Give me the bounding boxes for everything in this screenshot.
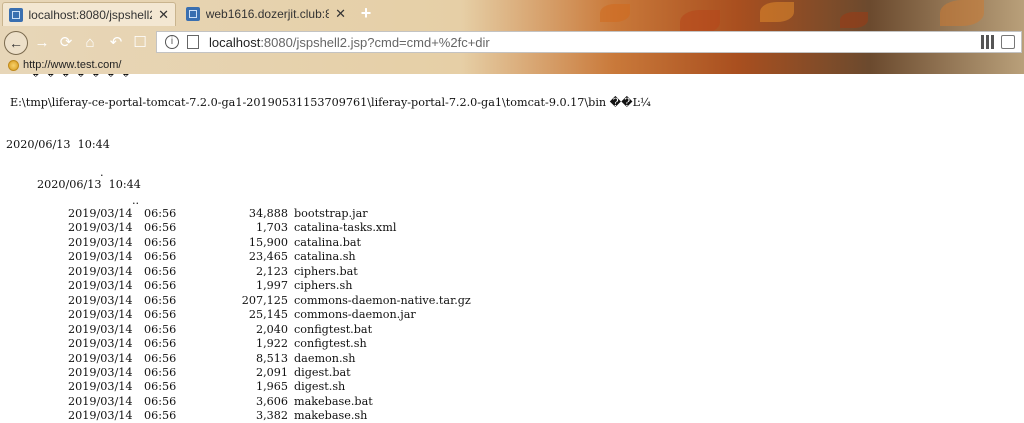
file-size: 25,145 [248, 308, 288, 322]
file-size: 1,703 [255, 221, 288, 235]
file-size: 15,900 [248, 235, 288, 249]
file-date: 2019/03/14 [68, 293, 133, 307]
dir-entry-date: 2020/06/13 10:44 [37, 178, 141, 191]
file-time: 06:56 [144, 394, 177, 408]
page-favicon-icon [9, 7, 23, 22]
dir-entry-date: 2020/06/13 10:44 [6, 138, 110, 151]
file-name: bootstrap.jar [294, 207, 368, 220]
tab-title: localhost:8080/jspshell2.jsp? [28, 7, 153, 22]
address-bar[interactable]: i localhost:8080/jspshell2.jsp?cmd=cmd+%… [156, 31, 1022, 53]
file-name: daemon.sh [294, 351, 356, 365]
file-name: makebase.sh [294, 409, 368, 423]
file-name: commons-daemon-native.tar.gz [294, 293, 471, 307]
file-size: 2,040 [255, 322, 288, 336]
file-name: catalina-tasks.xml [294, 221, 397, 235]
file-size: 34,888 [248, 207, 288, 220]
file-name: makebase.bat [294, 394, 373, 408]
file-name: catalina.bat [294, 235, 362, 249]
file-size: 1,997 [255, 279, 288, 293]
file-date: 2019/03/14 [68, 221, 133, 235]
file-date: 2019/03/14 [68, 409, 133, 423]
reload-button[interactable]: ⟳ [56, 32, 76, 52]
home-button[interactable]: ⌂ [80, 32, 100, 52]
tab-localhost[interactable]: localhost:8080/jspshell2.jsp? ✕ [2, 2, 176, 26]
file-date: 2019/03/14 [68, 394, 133, 408]
tab-title: web1616.dozerjit.club:8086/ [205, 7, 330, 21]
file-size: 1,922 [255, 337, 288, 351]
file-name: catalina.sh [294, 250, 356, 264]
page-content: � � � � � � � E:\tmp\liferay-ce-portal-t… [0, 74, 1024, 423]
file-time: 06:56 [144, 207, 177, 220]
garbled-header-text: � � � � � � � [30, 74, 132, 79]
close-tab-icon[interactable]: ✕ [158, 7, 169, 23]
close-tab-icon[interactable]: ✕ [335, 6, 346, 22]
file-time: 06:56 [144, 293, 177, 307]
file-name: digest.sh [294, 380, 346, 394]
browser-chrome: localhost:8080/jspshell2.jsp? ✕ web1616.… [0, 0, 1024, 74]
file-time: 06:56 [144, 308, 177, 322]
file-size: 207,125 [241, 293, 288, 307]
new-tab-button[interactable]: + [356, 3, 376, 24]
file-size: 2,123 [255, 264, 288, 278]
file-size: 3,606 [255, 394, 288, 408]
page-icon [187, 35, 199, 49]
file-time: 06:56 [144, 409, 177, 423]
undo-close-button[interactable]: ↶ [106, 32, 126, 52]
forward-button[interactable]: → [32, 32, 52, 52]
file-size: 8,513 [255, 351, 288, 365]
file-size: 23,465 [248, 250, 288, 264]
file-size: 3,382 [255, 409, 288, 423]
file-date: 2019/03/14 [68, 365, 133, 379]
bookmarks-bar: http://www.test.com/ [0, 56, 1024, 74]
file-date: 2019/03/14 [68, 322, 133, 336]
file-time: 06:56 [144, 264, 177, 278]
file-size: 1,965 [255, 380, 288, 394]
address-url[interactable]: localhost:8080/jspshell2.jsp?cmd=cmd+%2f… [209, 35, 490, 50]
file-date: 2019/03/14 [68, 250, 133, 264]
site-info-icon[interactable]: i [165, 35, 179, 49]
file-name: commons-daemon.jar [294, 308, 416, 322]
file-name: digest.bat [294, 365, 351, 379]
file-time: 06:56 [144, 351, 177, 365]
file-date: 2019/03/14 [68, 279, 133, 293]
url-host: localhost [209, 34, 261, 50]
tab-web1616[interactable]: web1616.dozerjit.club:8086/ ✕ [180, 2, 352, 26]
file-date: 2019/03/14 [68, 264, 133, 278]
file-date: 2019/03/14 [68, 308, 133, 322]
file-date: 2019/03/14 [68, 351, 133, 365]
tab-strip: localhost:8080/jspshell2.jsp? ✕ web1616.… [0, 0, 1024, 28]
file-name: ciphers.sh [294, 279, 353, 293]
extension-icon[interactable] [1001, 35, 1015, 49]
file-time: 06:56 [144, 380, 177, 394]
file-time: 06:56 [144, 365, 177, 379]
file-time: 06:56 [144, 250, 177, 264]
directory-path-line: E:\tmp\liferay-ce-portal-tomcat-7.2.0-ga… [10, 96, 651, 109]
file-date: 2019/03/14 [68, 235, 133, 249]
globe-icon [8, 59, 19, 71]
reader-mode-button[interactable]: ☐ [130, 32, 150, 52]
file-time: 06:56 [144, 279, 177, 293]
file-date: 2019/03/14 [68, 337, 133, 351]
file-size: 2,091 [255, 365, 288, 379]
file-date: 2019/03/14 [68, 380, 133, 394]
bookmark-label: http://www.test.com/ [23, 59, 122, 71]
file-name: configtest.bat [294, 322, 373, 336]
file-time: 06:56 [144, 235, 177, 249]
navigation-bar: ← → ⟳ ⌂ ↶ ☐ i localhost:8080/jspshell2.j… [0, 28, 1024, 56]
page-favicon-icon [186, 7, 200, 21]
file-time: 06:56 [144, 221, 177, 235]
back-button[interactable]: ← [4, 31, 28, 55]
file-time: 06:56 [144, 337, 177, 351]
dir-entry-dotdot: .. [132, 194, 140, 207]
file-name: ciphers.bat [294, 264, 358, 278]
file-name: configtest.sh [294, 337, 367, 351]
file-date: 2019/03/14 [68, 207, 133, 220]
file-time: 06:56 [144, 322, 177, 336]
qr-code-icon[interactable] [981, 35, 995, 49]
bookmark-test-com[interactable]: http://www.test.com/ [8, 59, 121, 71]
url-path: :8080/jspshell2.jsp?cmd=cmd+%2fc+dir [260, 34, 490, 50]
